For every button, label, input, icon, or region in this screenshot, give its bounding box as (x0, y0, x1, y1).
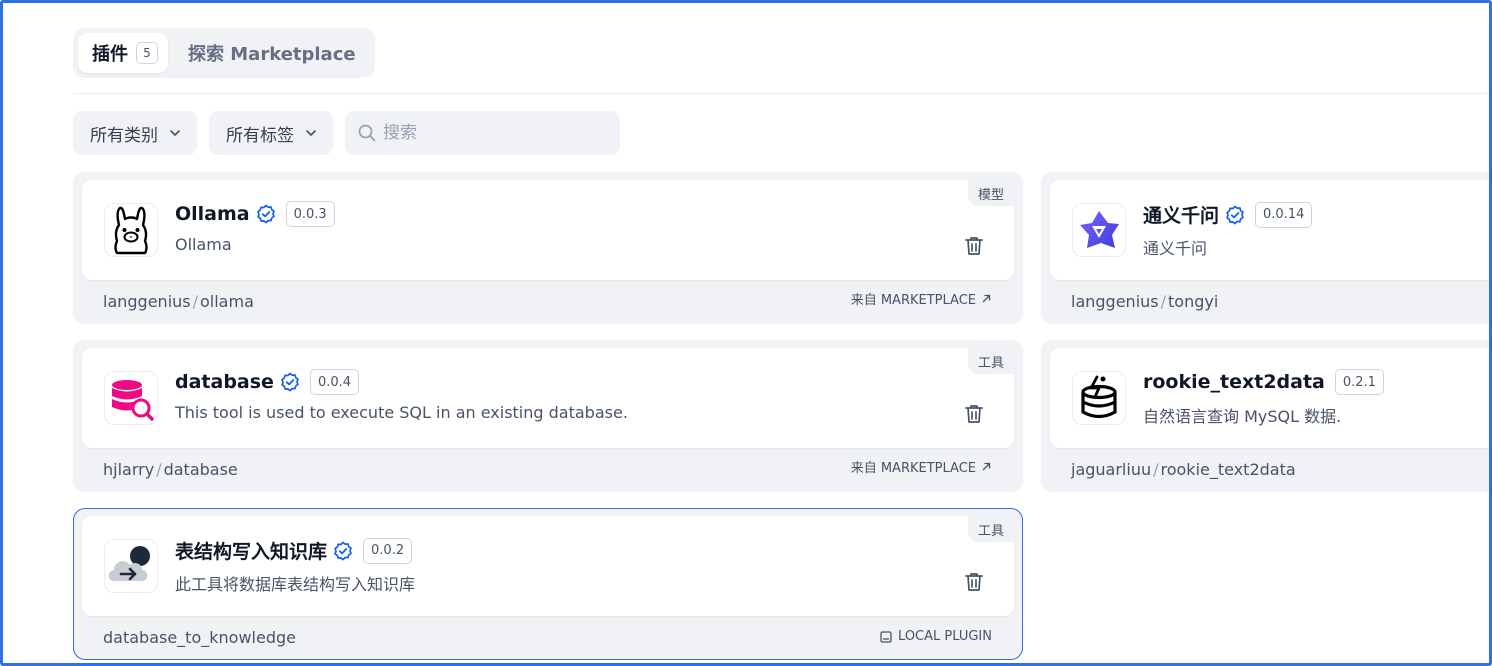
database-search-icon (112, 380, 154, 421)
plugin-slug: database (163, 460, 238, 479)
path-separator: / (192, 292, 198, 311)
plugin-icon-container (104, 371, 158, 425)
delete-trash-icon[interactable] (962, 570, 986, 594)
plugin-author: langgenius (1071, 292, 1159, 311)
plugin-category-tag: 模型 (967, 180, 1014, 206)
plugin-title-row: 表结构写入知识库 0.0.2 (175, 537, 413, 564)
tab-plugins-label: 插件 (92, 44, 128, 65)
ollama-llama-icon (114, 206, 148, 255)
plugin-card-rookie-text2data[interactable]: rookie_text2data 0.2.1 自然语言查询 MySQL 数据. … (1041, 340, 1489, 492)
plugin-title-row: 通义千问 0.0.14 (1143, 201, 1313, 228)
plugin-source-link[interactable]: 来自 MARKETPLACE (851, 289, 992, 308)
cloud-upload-icon (108, 546, 150, 581)
verified-badge-icon (1226, 204, 1244, 225)
plugin-author: jaguarliuu (1071, 460, 1152, 479)
plugin-description: This tool is used to execute SQL in an e… (175, 403, 628, 422)
plugin-author: hjlarry (103, 460, 155, 479)
plugin-source-label: LOCAL PLUGIN (898, 629, 992, 644)
plugin-description: 自然语言查询 MySQL 数据. (1143, 407, 1342, 426)
delete-trash-icon[interactable] (962, 402, 986, 426)
plugin-description: 此工具将数据库表结构写入知识库 (175, 575, 416, 594)
folder-icon (880, 630, 892, 643)
plugin-slug: rookie_text2data (1160, 460, 1296, 479)
category-filter-dropdown[interactable]: 所有类别 (73, 111, 197, 155)
search-box[interactable] (345, 111, 620, 155)
plugin-source-label: 来自 MARKETPLACE (850, 461, 976, 476)
plugin-slug: tongyi (1168, 292, 1219, 311)
plugin-author-path: langgenius / ollama (103, 292, 254, 311)
arrow-up-right-icon (982, 462, 991, 471)
plugin-description: 通义千问 (1143, 239, 1208, 258)
tab-marketplace-label: 探索 Marketplace (188, 44, 356, 65)
plugin-author: langgenius (103, 292, 191, 311)
plugin-card-tongyi[interactable]: 通义千问 0.0.14 通义千问 langgenius / tongyi (1041, 172, 1489, 324)
plugin-source-label-container: LOCAL PLUGIN (879, 629, 992, 644)
plugin-card-body: rookie_text2data 0.2.1 自然语言查询 MySQL 数据. (1050, 348, 1489, 448)
plugin-version-badge: 0.0.4 (309, 369, 360, 395)
tab-marketplace[interactable]: 探索 Marketplace (174, 33, 370, 73)
plugin-slug: ollama (200, 292, 254, 311)
verified-badge-icon (334, 540, 352, 561)
plugin-icon-container (104, 203, 158, 257)
plugin-card-body: Ollama 0.0.3 Ollama 模型 (82, 180, 1014, 280)
plugin-name: 表结构写入知识库 (175, 541, 328, 563)
plugin-icon-container (1072, 371, 1126, 425)
arrow-up-right-icon (982, 294, 991, 303)
path-separator: / (1153, 460, 1159, 479)
plugin-version-badge: 0.0.3 (285, 201, 335, 227)
verified-badge-icon (256, 204, 275, 224)
plugin-title-row: rookie_text2data 0.2.1 (1143, 369, 1384, 395)
path-separator: / (1160, 292, 1166, 311)
plugin-card-database-to-knowledge[interactable]: 表结构写入知识库 0.0.2 此工具将数据库表结构写入知识库 工具 databa… (73, 508, 1023, 660)
plugin-author-path: database_to_knowledge (103, 628, 296, 647)
plugin-source-link[interactable]: 来自 MARKETPLACE (851, 457, 992, 476)
plugin-title-row: database 0.0.4 (175, 369, 360, 395)
plugin-icon-container (1072, 203, 1126, 257)
plugin-card-database[interactable]: database 0.0.4 This tool is used to exec… (73, 340, 1023, 492)
plugin-name: 通义千问 (1143, 205, 1220, 227)
verified-badge-icon (281, 372, 299, 392)
plugin-author-path: jaguarliuu / rookie_text2data (1071, 460, 1296, 479)
plugin-category-tag: 工具 (967, 516, 1014, 542)
app-frame: 插件 5 探索 Marketplace 所有类别 所有标签 搜索 Ollama … (0, 0, 1492, 666)
plugin-slug: database_to_knowledge (103, 628, 296, 647)
plugin-version-badge: 0.0.14 (1255, 201, 1313, 228)
header-divider (73, 93, 1489, 94)
plugin-count-badge: 5 (136, 42, 158, 64)
plugin-source-label: 来自 MARKETPLACE (850, 293, 976, 308)
tab-plugins[interactable]: 插件 5 (78, 33, 168, 73)
plugin-card-body: 表结构写入知识库 0.0.2 此工具将数据库表结构写入知识库 工具 (82, 516, 1014, 616)
tag-filter-label: 所有标签 (226, 125, 294, 146)
plugin-icon-container (104, 539, 158, 593)
search-input[interactable] (383, 123, 603, 143)
search-icon (358, 124, 376, 142)
tag-filter-dropdown[interactable]: 所有标签 (209, 111, 333, 155)
plugin-version-badge: 0.2.1 (1334, 369, 1384, 395)
plugin-description: Ollama (175, 235, 232, 254)
path-separator: / (156, 460, 162, 479)
tongyi-logo-icon (1080, 211, 1119, 248)
plugin-name: rookie_text2data (1143, 371, 1325, 393)
plugin-card-ollama[interactable]: Ollama 0.0.3 Ollama 模型 langgenius / ollama… (73, 172, 1023, 324)
plugin-author-path: hjlarry / database (103, 460, 238, 479)
chevron-down-icon (170, 130, 180, 136)
plugin-title-row: Ollama 0.0.3 (175, 201, 335, 227)
plugin-author-path: langgenius / tongyi (1071, 292, 1218, 311)
database-bolt-icon (1081, 375, 1117, 419)
category-filter-label: 所有类别 (90, 125, 158, 146)
filter-bar: 所有类别 所有标签 (73, 111, 620, 155)
plugin-name: database (175, 371, 274, 393)
plugin-version-badge: 0.0.2 (363, 537, 413, 564)
delete-trash-icon[interactable] (962, 234, 986, 258)
plugin-card-body: 通义千问 0.0.14 通义千问 (1050, 180, 1489, 280)
tab-bar: 插件 5 探索 Marketplace (73, 28, 375, 78)
plugin-card-body: database 0.0.4 This tool is used to exec… (82, 348, 1014, 448)
plugin-category-tag: 工具 (967, 348, 1014, 374)
chevron-down-icon (306, 130, 316, 136)
plugin-name: Ollama (175, 203, 250, 225)
